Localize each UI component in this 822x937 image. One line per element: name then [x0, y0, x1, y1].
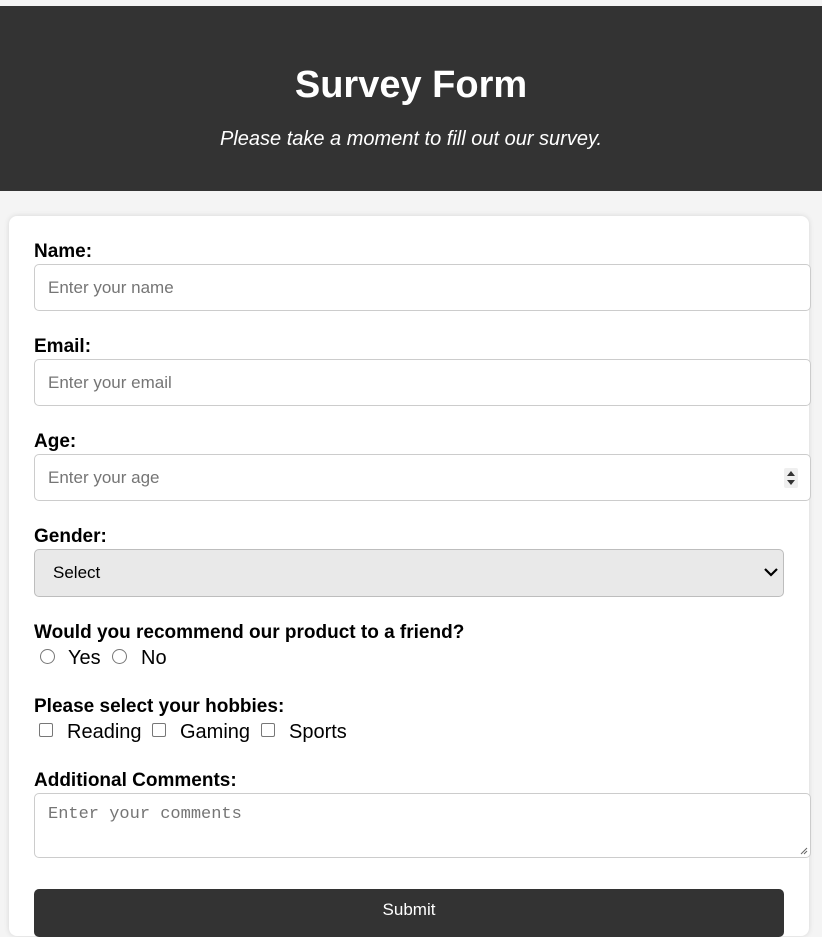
page-header: Survey Form Please take a moment to fill…	[0, 6, 822, 191]
name-placeholder: Enter your name	[48, 278, 174, 297]
gender-selected-value: Select	[53, 563, 101, 582]
checkbox-reading-label: Reading	[67, 721, 142, 743]
checkbox-sports-label: Sports	[289, 721, 347, 743]
resize-grip-icon[interactable]	[800, 847, 808, 855]
recommend-question: Would you recommend our product to a fri…	[34, 622, 465, 643]
radio-yes-label: Yes	[68, 647, 101, 669]
comments-textarea[interactable]: Enter your comments	[34, 793, 811, 858]
radio-yes[interactable]	[40, 649, 55, 664]
name-label: Name:	[34, 241, 93, 262]
hobbies-question: Please select your hobbies:	[34, 696, 285, 717]
comments-placeholder: Enter your comments	[48, 805, 242, 824]
radio-no-label: No	[141, 647, 167, 669]
checkbox-sports[interactable]	[261, 723, 275, 737]
email-input[interactable]: Enter your email	[34, 359, 811, 406]
number-spinner-icon[interactable]	[784, 468, 798, 488]
checkbox-reading[interactable]	[39, 723, 53, 737]
email-placeholder: Enter your email	[48, 373, 172, 392]
checkbox-gaming[interactable]	[152, 723, 166, 737]
age-input[interactable]: Enter your age	[34, 454, 811, 501]
submit-button[interactable]: Submit	[34, 889, 784, 937]
radio-no[interactable]	[112, 649, 127, 664]
chevron-down-icon	[764, 568, 778, 577]
checkbox-gaming-label: Gaming	[180, 721, 251, 743]
page-title: Survey Form	[294, 64, 528, 106]
age-label: Age:	[34, 431, 77, 452]
gender-label: Gender:	[34, 526, 107, 547]
comments-label: Additional Comments:	[34, 770, 237, 791]
age-placeholder: Enter your age	[48, 468, 160, 487]
email-label: Email:	[34, 336, 92, 357]
page-subtitle: Please take a moment to fill out our sur…	[219, 128, 603, 150]
gender-select[interactable]: Select	[34, 549, 784, 597]
name-input[interactable]: Enter your name	[34, 264, 811, 311]
